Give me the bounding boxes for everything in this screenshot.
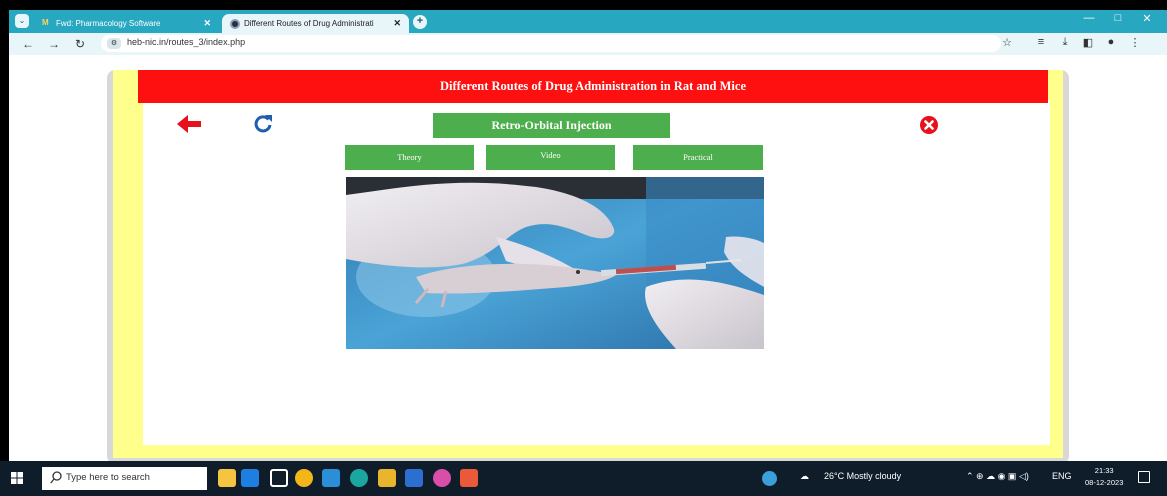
windows-taskbar: Type here to search ☁ 26°C Mostly cloudy…	[0, 461, 1167, 496]
refresh-icon[interactable]	[253, 113, 273, 133]
back-arrow-icon[interactable]	[177, 114, 201, 134]
clock-time: 21:33	[1094, 466, 1114, 475]
language-indicator[interactable]: ENG	[1052, 471, 1072, 481]
gmail-icon: M	[42, 18, 49, 27]
site-favicon-icon	[230, 19, 240, 29]
reload-nav-icon[interactable]: ↻	[71, 36, 89, 52]
side-panel-icon[interactable]: ◧	[1080, 36, 1096, 49]
screen: ⌄ M Fwd: Pharmacology Software ✕ Differe…	[0, 0, 1167, 496]
edge-icon[interactable]	[350, 469, 368, 487]
maximize-button[interactable]: □	[1104, 12, 1132, 24]
minimize-button[interactable]: —	[1075, 12, 1103, 24]
tab-close-icon[interactable]: ✕	[393, 14, 401, 33]
page-title: Different Routes of Drug Administration …	[138, 70, 1048, 103]
browser-window: ⌄ M Fwd: Pharmacology Software ✕ Differe…	[9, 10, 1167, 464]
back-nav-icon[interactable]: ←	[19, 36, 37, 52]
tab-search-icon[interactable]: ⌄	[15, 14, 29, 28]
close-window-button[interactable]: ✕	[1133, 12, 1161, 25]
browser-menu-icon[interactable]: ⋮	[1127, 36, 1143, 49]
tab-routes-active[interactable]: Different Routes of Drug Administration …	[222, 14, 409, 33]
close-circle-icon[interactable]	[920, 116, 938, 134]
forward-nav-icon[interactable]: →	[45, 36, 63, 52]
theory-button[interactable]: Theory	[345, 145, 474, 170]
video-button[interactable]: Video	[486, 145, 615, 170]
windows-start-icon[interactable]	[11, 472, 23, 484]
mail-icon[interactable]	[322, 469, 340, 487]
system-clock[interactable]: 21:33 08-12-2023	[1085, 465, 1123, 489]
site-info-icon[interactable]: ⚙	[107, 38, 121, 49]
weather-icon[interactable]: ☁	[800, 471, 809, 482]
tray-icons[interactable]: ⌃ ⊕ ☁ ◉ ▣ ◁)	[966, 471, 1029, 482]
page-content: Different Routes of Drug Administration …	[9, 55, 1167, 464]
weather-text[interactable]: 26°C Mostly cloudy	[824, 471, 901, 481]
tab-close-icon[interactable]: ✕	[203, 14, 211, 33]
app-icon-2[interactable]	[460, 469, 478, 487]
file-explorer-icon[interactable]	[378, 469, 396, 487]
practical-button[interactable]: Practical	[633, 145, 763, 170]
topic-title-button[interactable]: Retro-Orbital Injection	[433, 113, 670, 138]
tab-title: Different Routes of Drug Administration	[244, 19, 374, 28]
tab-strip: ⌄ M Fwd: Pharmacology Software ✕ Differe…	[9, 10, 1167, 33]
chrome-icon[interactable]	[295, 469, 313, 487]
address-bar[interactable]: ⚙ heb-nic.in/routes_3/index.php	[101, 35, 1001, 52]
address-toolbar: ← → ↻ ⚙ heb-nic.in/routes_3/index.php ☆ …	[9, 33, 1167, 55]
new-tab-button[interactable]: +	[413, 15, 427, 29]
store-icon[interactable]	[405, 469, 423, 487]
people-icon[interactable]	[241, 469, 259, 487]
tab-title: Fwd: Pharmacology Software	[56, 19, 161, 28]
procedure-photo	[346, 177, 764, 349]
clock-date: 08-12-2023	[1085, 478, 1124, 487]
search-placeholder: Type here to search	[66, 472, 150, 483]
bookmark-star-icon[interactable]: ☆	[999, 36, 1015, 49]
task-view-icon[interactable]	[270, 469, 288, 487]
search-icon	[50, 471, 62, 484]
tab-pharmacology[interactable]: M Fwd: Pharmacology Software ✕	[34, 14, 219, 33]
download-icon[interactable]: ⤓	[1057, 36, 1073, 49]
widgets-icon[interactable]	[218, 469, 236, 487]
help-icon[interactable]	[762, 471, 777, 486]
url-text[interactable]: heb-nic.in/routes_3/index.php	[127, 37, 245, 47]
profile-avatar-icon[interactable]: ●	[1103, 36, 1119, 48]
notification-icon[interactable]	[1138, 471, 1150, 483]
taskbar-search[interactable]: Type here to search	[42, 467, 207, 490]
media-controls-icon[interactable]: ≡	[1033, 36, 1049, 48]
app-icon[interactable]	[433, 469, 451, 487]
